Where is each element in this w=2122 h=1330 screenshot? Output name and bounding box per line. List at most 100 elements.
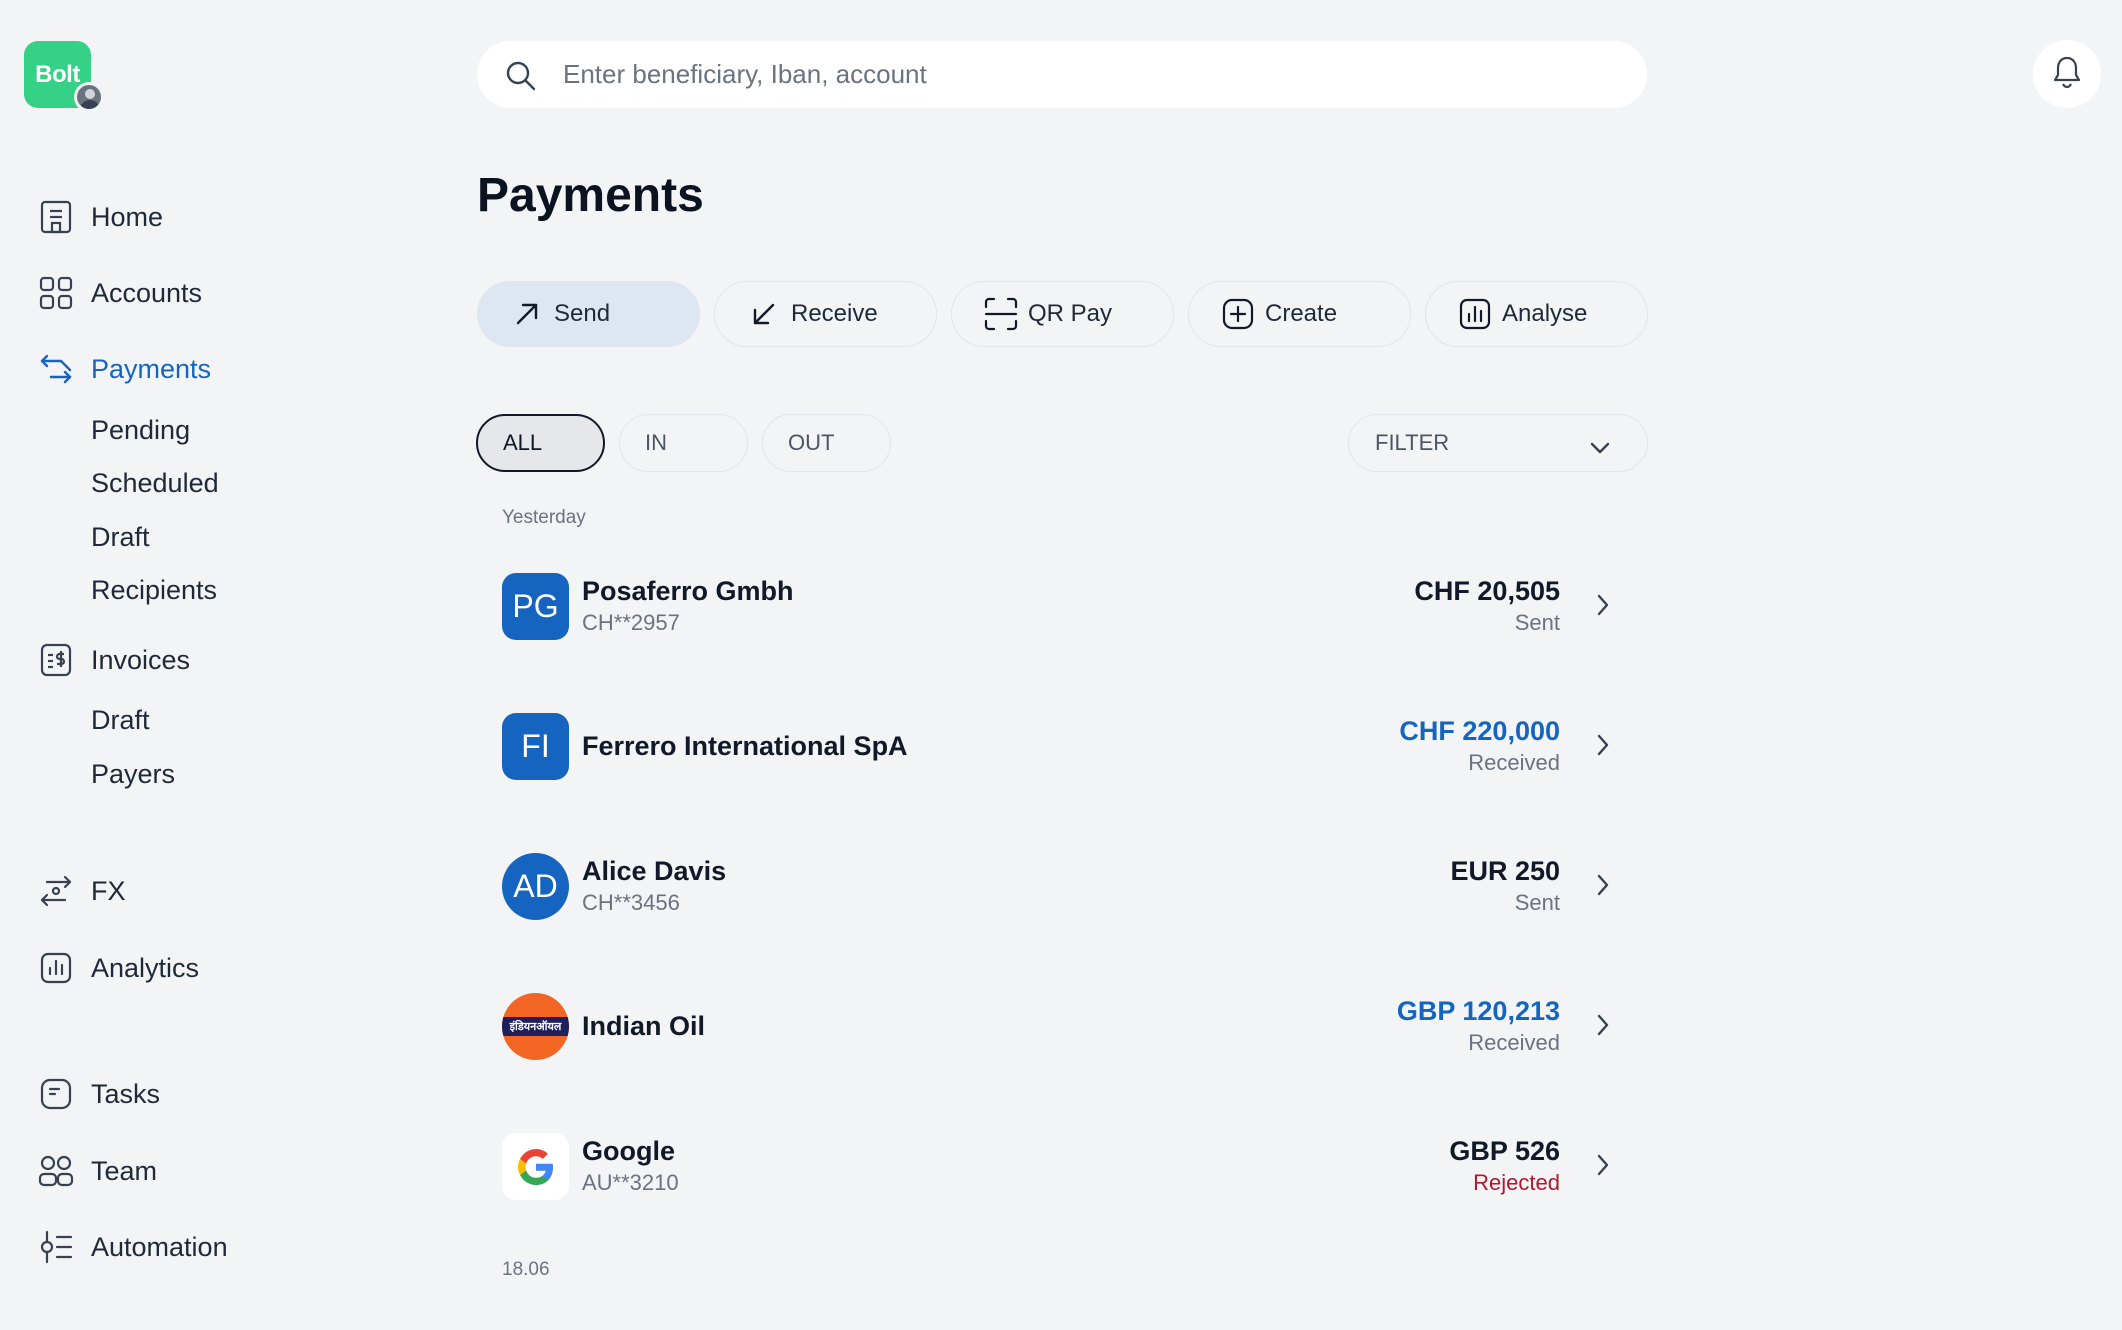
sidebar-item-label: Invoices (91, 644, 191, 675)
plus-square-icon (1221, 297, 1255, 331)
transaction-row[interactable]: इंडियनऑयल Indian Oil GBP 120,213 Receive… (477, 966, 1647, 1086)
transaction-name: Alice Davis (582, 856, 727, 886)
action-label: Analyse (1502, 300, 1588, 327)
sidebar-item-label: Payments (91, 353, 212, 384)
chart-icon (1458, 297, 1492, 331)
sidebar-item-fx[interactable]: FX (38, 871, 126, 911)
notifications-button[interactable] (2033, 40, 2101, 108)
sidebar-item-label: FX (91, 875, 126, 906)
transaction-status: Received (1468, 1030, 1560, 1055)
date-group-label: Yesterday (502, 507, 586, 528)
action-label: Receive (791, 300, 878, 327)
team-icon (38, 1153, 74, 1189)
direction-tabs: ALL IN OUT (476, 414, 891, 472)
sidebar-item-payments[interactable]: Payments (38, 349, 211, 389)
transaction-row[interactable]: AD Alice Davis CH**3456 EUR 250 Sent (477, 826, 1647, 946)
logo-wordmark: इंडियनऑयल (502, 1017, 569, 1036)
search-icon (505, 60, 537, 97)
filter-label: FILTER (1375, 430, 1450, 455)
transaction-status: Sent (1514, 610, 1560, 635)
sidebar-item-label: Analytics (91, 952, 200, 983)
sidebar-subitem-invoice-draft[interactable]: Draft (91, 702, 150, 738)
automation-icon (38, 1229, 74, 1265)
date-group-label: 18.06 (502, 1259, 550, 1280)
invoice-icon (38, 642, 74, 678)
sidebar-item-automation[interactable]: Automation (38, 1227, 228, 1267)
transaction-amount: GBP 120,213 (1396, 996, 1560, 1026)
user-avatar[interactable] (74, 82, 104, 112)
avatar-initials: AD (502, 853, 569, 920)
sidebar-subitem-draft[interactable]: Draft (91, 519, 150, 555)
merchant-badge: PG (502, 573, 569, 640)
qr-pay-button[interactable]: QR Pay (951, 281, 1174, 347)
transfer-arrows-icon (38, 351, 74, 387)
sidebar-item-team[interactable]: Team (38, 1151, 157, 1191)
merchant-badge: FI (502, 713, 569, 780)
send-button[interactable]: Send (477, 281, 700, 347)
receive-button[interactable]: Receive (714, 281, 937, 347)
sidebar-subitem-scheduled[interactable]: Scheduled (91, 465, 219, 501)
action-label: QR Pay (1028, 300, 1113, 327)
chevron-down-icon (1589, 435, 1611, 461)
analyse-button[interactable]: Analyse (1425, 281, 1648, 347)
chevron-right-icon (1596, 1013, 1610, 1042)
payment-actions: Send Receive QR Pay Create Analyse (477, 281, 1648, 347)
transaction-status: Rejected (1473, 1170, 1560, 1195)
sidebar-item-label: Team (91, 1155, 158, 1186)
arrow-down-left-icon (747, 297, 781, 331)
chevron-right-icon (1596, 873, 1610, 902)
analytics-icon (38, 950, 74, 986)
chevron-right-icon (1596, 733, 1610, 762)
transaction-account: AU**3210 (582, 1170, 679, 1195)
transaction-amount: EUR 250 (1450, 856, 1560, 886)
transaction-row[interactable]: PG Posaferro Gmbh CH**2957 CHF 20,505 Se… (477, 546, 1647, 666)
chevron-right-icon (1596, 1153, 1610, 1182)
sidebar-item-label: Tasks (91, 1078, 161, 1109)
transaction-amount: CHF 20,505 (1414, 576, 1560, 606)
page-title: Payments (477, 169, 704, 222)
transaction-row[interactable]: G Google AU**3210 GBP 526 Rejected (477, 1106, 1647, 1226)
action-label: Create (1265, 300, 1338, 327)
create-button[interactable]: Create (1188, 281, 1411, 347)
transaction-row[interactable]: FI Ferrero International SpA CHF 220,000… (477, 686, 1647, 806)
sidebar-item-accounts[interactable]: Accounts (38, 273, 202, 313)
transaction-amount: CHF 220,000 (1399, 716, 1560, 746)
transaction-name: Google (582, 1136, 675, 1166)
sidebar-item-label: Accounts (91, 277, 203, 308)
filter-dropdown[interactable]: FILTER (1348, 414, 1648, 472)
action-label: Send (554, 300, 611, 327)
search-bar[interactable] (477, 41, 1647, 108)
sidebar-subitem-payers[interactable]: Payers (91, 756, 175, 792)
search-input[interactable] (563, 41, 1613, 108)
sidebar-item-invoices[interactable]: Invoices (38, 640, 190, 680)
logo-text: Bolt (35, 60, 80, 88)
sidebar-item-label: Automation (91, 1231, 228, 1262)
transaction-account: CH**3456 (582, 890, 680, 915)
tab-in[interactable]: IN (619, 414, 748, 472)
transaction-amount: GBP 526 (1449, 1136, 1560, 1166)
home-icon (38, 199, 74, 235)
grid-icon (38, 275, 74, 311)
tasks-icon (38, 1076, 74, 1112)
transaction-status: Received (1468, 750, 1560, 775)
sidebar-item-label: Home (91, 201, 164, 232)
transaction-name: Ferrero International SpA (582, 731, 908, 761)
sidebar-subitem-pending[interactable]: Pending (91, 412, 190, 448)
chevron-right-icon (1596, 593, 1610, 622)
sidebar-subitem-recipients[interactable]: Recipients (91, 572, 217, 608)
qr-scan-icon (984, 297, 1018, 331)
sidebar-item-tasks[interactable]: Tasks (38, 1074, 160, 1114)
transaction-status: Sent (1514, 890, 1560, 915)
sidebar-item-home[interactable]: Home (38, 197, 163, 237)
fx-exchange-icon (38, 873, 74, 909)
transaction-account: CH**2957 (582, 610, 680, 635)
arrow-up-right-icon (510, 297, 544, 331)
indian-oil-logo: इंडियनऑयल (502, 993, 569, 1060)
bell-icon (2052, 55, 2082, 94)
tab-out[interactable]: OUT (762, 414, 891, 472)
transaction-name: Posaferro Gmbh (582, 576, 794, 606)
transaction-name: Indian Oil (582, 1011, 706, 1041)
sidebar-item-analytics[interactable]: Analytics (38, 948, 199, 988)
google-logo: G (502, 1133, 569, 1200)
tab-all[interactable]: ALL (476, 414, 605, 472)
